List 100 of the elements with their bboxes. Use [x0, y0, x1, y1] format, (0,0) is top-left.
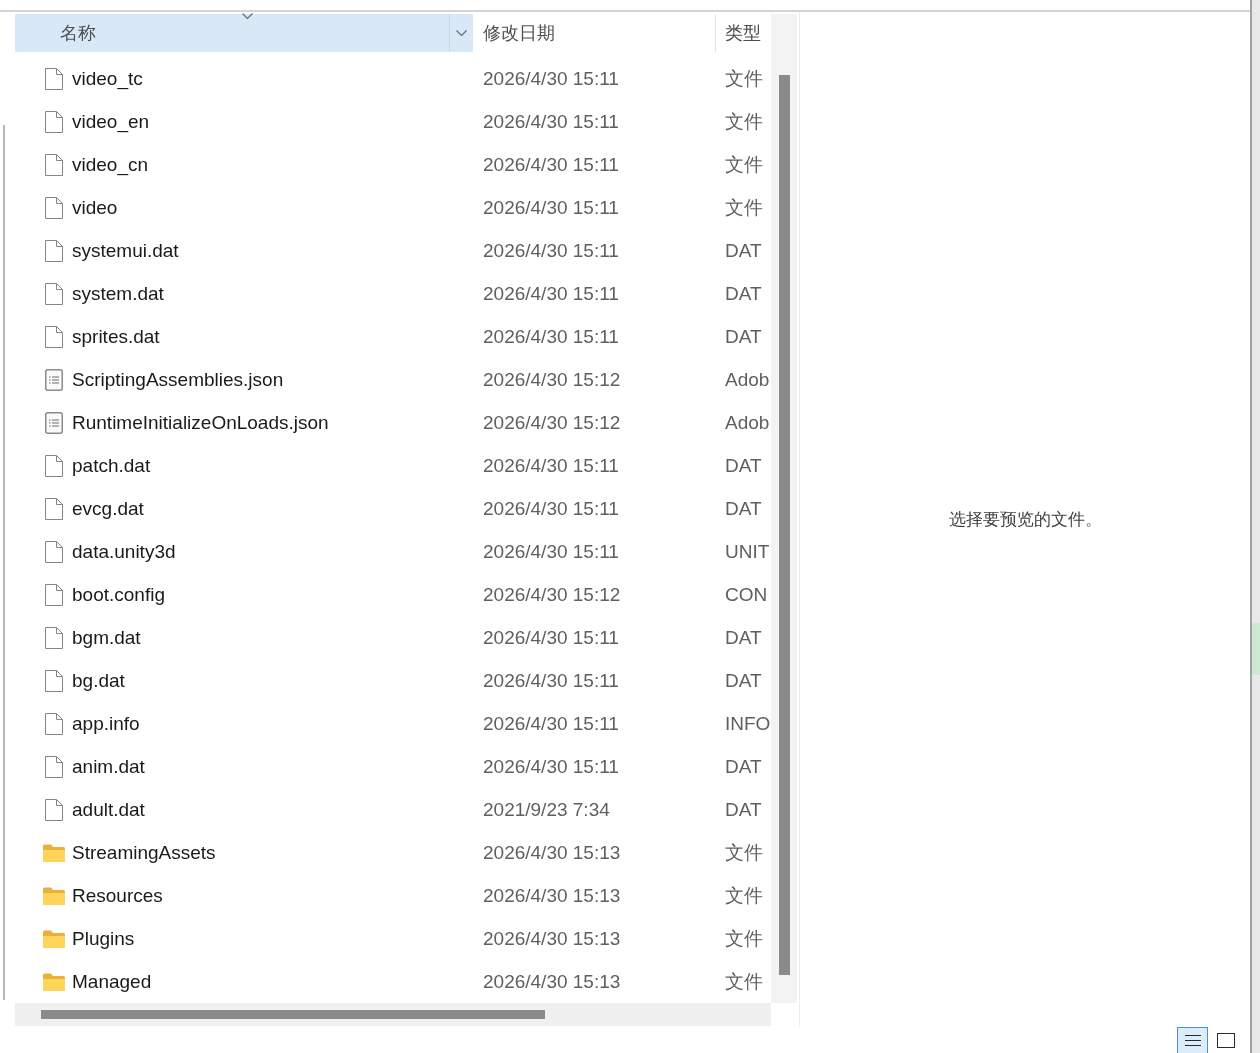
highlight-bar [1252, 623, 1260, 675]
file-icon [45, 325, 63, 348]
modified-date: 2026/4/30 15:11 [483, 110, 619, 132]
caret-icon [242, 13, 253, 19]
scrollbar-thumb[interactable] [41, 1010, 545, 1019]
modified-date: 2026/4/30 15:11 [483, 325, 619, 347]
file-name[interactable]: anim.dat [72, 755, 145, 778]
text-file-icon [45, 368, 63, 391]
file-icon [45, 798, 63, 821]
modified-date: 2021/9/23 7:34 [483, 798, 610, 820]
file-type: UNIT [725, 540, 770, 562]
file-name[interactable]: bg.dat [72, 669, 125, 692]
modified-date: 2026/4/30 15:12 [483, 583, 621, 605]
modified-date: 2026/4/30 15:11 [483, 712, 619, 734]
square-icon [1217, 1032, 1235, 1048]
folder-icon [43, 843, 65, 862]
file-name[interactable]: ScriptingAssemblies.json [72, 368, 284, 391]
folder-icon [43, 929, 65, 948]
modified-date: 2026/4/30 15:11 [483, 755, 619, 777]
modified-date: 2026/4/30 15:11 [483, 196, 619, 218]
file-type: DAT [725, 669, 762, 691]
file-name[interactable]: Resources [72, 884, 163, 907]
file-name[interactable]: evcg.dat [72, 497, 144, 520]
folder-icon [43, 886, 65, 905]
file-type: Adob [725, 411, 770, 433]
folder-icon [43, 972, 65, 991]
modified-date: 2026/4/30 15:11 [483, 497, 619, 519]
file-type: 文件 [725, 110, 763, 132]
file-name[interactable]: RuntimeInitializeOnLoads.json [72, 411, 329, 434]
file-type: DAT [725, 282, 762, 304]
modified-date: 2026/4/30 15:13 [483, 970, 621, 992]
file-type: INFO [725, 712, 771, 734]
file-icon [45, 583, 63, 606]
file-name[interactable]: systemui.dat [72, 239, 179, 262]
list-icon [1184, 1035, 1201, 1046]
modified-date: 2026/4/30 15:11 [483, 153, 619, 175]
file-name[interactable]: adult.dat [72, 798, 145, 821]
file-type: CON [725, 583, 768, 605]
file-name[interactable]: video_tc [72, 67, 143, 90]
file-name[interactable]: app.info [72, 712, 140, 735]
preview-message: 选择要预览的文件。 [948, 509, 1102, 531]
file-name[interactable]: sprites.dat [72, 325, 160, 348]
file-icon [45, 497, 63, 520]
scrollbar-thumb[interactable] [779, 75, 790, 975]
file-name[interactable]: video [72, 196, 118, 219]
modified-date: 2026/4/30 15:13 [483, 927, 621, 949]
file-type: DAT [725, 626, 762, 648]
file-icon [45, 196, 63, 219]
modified-date: 2026/4/30 15:11 [483, 67, 619, 89]
file-type: 文件 [725, 841, 763, 863]
file-icon [45, 540, 63, 563]
modified-date: 2026/4/30 15:12 [483, 368, 621, 390]
file-icon [45, 110, 63, 133]
file-icon [45, 67, 63, 90]
file-type: 文件 [725, 196, 763, 218]
file-name[interactable]: boot.config [72, 583, 165, 606]
modified-date: 2026/4/30 15:11 [483, 626, 619, 648]
file-type: DAT [725, 454, 762, 476]
vertical-scrollbar[interactable] [771, 14, 797, 1003]
column-header[interactable]: 类型 [716, 14, 771, 52]
modified-date: 2026/4/30 15:12 [483, 411, 621, 433]
file-icon [45, 239, 63, 262]
file-icon [45, 454, 63, 477]
chevron-down-icon [456, 30, 467, 36]
file-type: 文件 [725, 884, 763, 906]
file-type: DAT [725, 798, 762, 820]
file-icon [45, 755, 63, 778]
file-icon [45, 282, 63, 305]
horizontal-scrollbar[interactable] [15, 1003, 771, 1026]
file-name[interactable]: video_cn [72, 153, 149, 176]
column-header[interactable]: 修改日期 [473, 14, 716, 52]
file-name[interactable]: system.dat [72, 282, 164, 305]
file-type: DAT [725, 755, 762, 777]
column-header[interactable]: 名称 [15, 14, 473, 52]
modified-date: 2026/4/30 15:11 [483, 540, 619, 562]
modified-date: 2026/4/30 15:13 [483, 841, 621, 863]
modified-date: 2026/4/30 15:11 [483, 239, 619, 261]
file-type: 文件 [725, 970, 763, 992]
file-name[interactable]: video_en [72, 110, 150, 133]
file-type: DAT [725, 497, 762, 519]
file-icon [45, 153, 63, 176]
file-name[interactable]: bgm.dat [72, 626, 141, 649]
file-name[interactable]: StreamingAssets [72, 841, 216, 864]
file-name[interactable]: Plugins [72, 927, 135, 950]
file-icon [45, 712, 63, 735]
file-icon [45, 669, 63, 692]
text-file-icon [45, 411, 63, 434]
modified-date: 2026/4/30 15:13 [483, 884, 621, 906]
file-name[interactable]: Managed [72, 970, 152, 993]
file-name[interactable]: data.unity3d [72, 540, 176, 563]
file-type: 文件 [725, 927, 763, 949]
file-type: DAT [725, 239, 762, 261]
file-type: 文件 [725, 67, 763, 89]
file-icon [45, 626, 63, 649]
file-type: 文件 [725, 153, 763, 175]
view-button[interactable] [1177, 1027, 1208, 1053]
modified-date: 2026/4/30 15:11 [483, 454, 619, 476]
file-type: DAT [725, 325, 762, 347]
file-name[interactable]: patch.dat [72, 454, 151, 477]
modified-date: 2026/4/30 15:11 [483, 282, 619, 304]
